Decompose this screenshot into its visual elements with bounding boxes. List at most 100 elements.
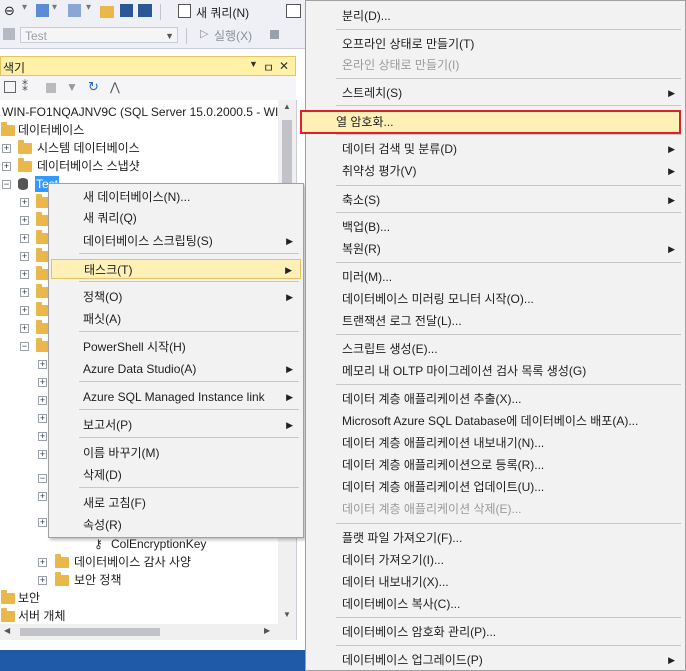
tasks-menu-item-12[interactable]: 트랜잭션 로그 전달(L)... (308, 311, 683, 331)
expand-icon[interactable]: + (20, 252, 29, 261)
context-menu-item-10[interactable]: 이름 바꾸기(M) (51, 443, 301, 463)
collapse-icon[interactable]: − (2, 180, 11, 189)
connect-object-icon[interactable]: ⁑ (22, 80, 28, 94)
tasks-menu-item-0[interactable]: 분리(D)... (308, 6, 683, 26)
tasks-menu-item-10[interactable]: 미러(M)... (308, 267, 683, 287)
save-icon[interactable] (120, 4, 133, 17)
tree-node-system-databases[interactable]: + 시스템 데이터베이스 (0, 139, 200, 157)
tree-node-server[interactable]: WIN-FO1NQAJNV9C (SQL Server 15.0.2000.5 … (2, 103, 287, 121)
pin-icon[interactable]: ㅁ (263, 59, 274, 76)
tasks-menu-item-3[interactable]: 스트레치(S) ▶ (308, 83, 683, 103)
context-menu-item-12[interactable]: 새로 고침(F) (51, 493, 301, 513)
tree-node-database-snapshots[interactable]: + 데이터베이스 스냅샷 (0, 157, 200, 175)
tasks-menu-item-19[interactable]: 데이터 계층 애플리케이션 업데이트(U)... (308, 477, 683, 497)
chevron-left-icon[interactable]: ◀ (4, 626, 10, 635)
execute-button[interactable]: 실행(X) (214, 27, 252, 44)
expand-icon[interactable]: + (20, 234, 29, 243)
context-menu-item-13[interactable]: 속성(R) (51, 515, 301, 535)
tasks-menu-item-25[interactable]: 데이터베이스 암호화 관리(P)... (308, 622, 683, 642)
chevron-down-icon[interactable]: ▼ (249, 59, 258, 69)
new-query-button[interactable]: 새 쿼리(N) (196, 4, 249, 21)
expand-icon[interactable]: + (38, 558, 47, 567)
expand-icon[interactable]: + (20, 306, 29, 315)
expand-icon[interactable]: + (38, 492, 47, 501)
tasks-menu-item-17[interactable]: 데이터 계층 애플리케이션 내보내기(N)... (308, 433, 683, 453)
tasks-menu-item-21[interactable]: 플랫 파일 가져오기(F)... (308, 528, 683, 548)
tasks-menu-item-11[interactable]: 데이터베이스 미러링 모니터 시작(O)... (308, 289, 683, 309)
context-menu-item-9[interactable]: 보고서(P) ▶ (51, 415, 301, 435)
expand-icon[interactable]: + (20, 198, 29, 207)
chevron-right-icon[interactable]: ▶ (264, 626, 270, 635)
chevron-up-icon[interactable]: ▲ (283, 102, 291, 111)
tasks-menu-item-18[interactable]: 데이터 계층 애플리케이션으로 등록(R)... (308, 455, 683, 475)
open-folder-icon[interactable] (100, 6, 114, 18)
tasks-menu-item-26[interactable]: 데이터베이스 업그레이드(P) ▶ (308, 650, 683, 670)
tasks-menu-item-13[interactable]: 스크립트 생성(E)... (308, 339, 683, 359)
save-all-icon[interactable] (138, 4, 152, 17)
filter-icon[interactable]: ▼ (66, 80, 78, 94)
expand-icon[interactable]: + (38, 518, 47, 527)
dropdown-icon[interactable]: ▾ (52, 2, 68, 18)
tasks-menu-item-16[interactable]: Microsoft Azure SQL Database에 데이터베이스 배포(… (308, 411, 683, 431)
tasks-menu-item-22[interactable]: 데이터 가져오기(I)... (308, 550, 683, 570)
refresh-icon[interactable]: ↻ (88, 79, 99, 95)
tasks-menu-item-7[interactable]: 축소(S) ▶ (308, 190, 683, 210)
tasks-menu-item-15[interactable]: 데이터 계층 애플리케이션 추출(X)... (308, 389, 683, 409)
context-menu-item-8[interactable]: Azure SQL Managed Instance link ▶ (51, 387, 301, 407)
submenu-arrow-icon: ▶ (286, 392, 293, 402)
context-menu-item-4[interactable]: 정책(O) ▶ (51, 287, 301, 307)
tree-node-db-audit-spec[interactable]: + 데이터베이스 감사 사양 (0, 553, 240, 571)
new-project-icon[interactable] (36, 4, 49, 17)
tree-node-security[interactable]: 보안 (0, 589, 200, 607)
context-menu-item-11[interactable]: 삭제(D) (51, 465, 301, 485)
mdx-query-icon[interactable] (286, 4, 301, 18)
tree-node-security-policy[interactable]: + 보안 정책 (0, 571, 240, 589)
context-menu-item-6[interactable]: PowerShell 시작(H) (51, 337, 301, 357)
tasks-menu-item-4[interactable]: 열 암호화... (300, 110, 681, 134)
tasks-menu-item-6[interactable]: 취약성 평가(V) ▶ (308, 161, 683, 181)
tasks-menu-item-1[interactable]: 오프라인 상태로 만들기(T) (308, 34, 683, 54)
new-query-icon[interactable] (178, 4, 191, 18)
tree-horizontal-scrollbar[interactable]: ◀ ▶ (0, 624, 296, 640)
disconnect-icon[interactable] (46, 83, 56, 93)
tree-node-server-objects[interactable]: 서버 개체 (0, 607, 200, 625)
expand-icon[interactable]: + (38, 378, 47, 387)
activity-monitor-icon[interactable]: ⋀ (110, 80, 120, 94)
expand-icon[interactable]: + (20, 270, 29, 279)
context-menu-item-3[interactable]: 태스크(T) ▶ (51, 259, 301, 279)
database-combo[interactable]: Test ▼ (20, 27, 178, 43)
context-menu-item-2[interactable]: 데이터베이스 스크립팅(S) ▶ (51, 231, 301, 251)
expand-icon[interactable]: + (38, 414, 47, 423)
add-item-icon[interactable] (68, 4, 81, 17)
connect-icon[interactable] (4, 81, 16, 93)
tasks-menu-item-9[interactable]: 복원(R) ▶ (308, 239, 683, 259)
chevron-down-icon[interactable]: ▼ (283, 610, 291, 619)
expand-icon[interactable]: + (20, 324, 29, 333)
collapse-icon[interactable]: − (20, 342, 29, 351)
close-icon[interactable]: ✕ (279, 59, 289, 73)
expand-icon[interactable]: + (2, 162, 11, 171)
tasks-menu-item-24[interactable]: 데이터베이스 복사(C)... (308, 594, 683, 614)
stop-icon[interactable] (270, 30, 279, 39)
expand-icon[interactable]: + (38, 576, 47, 585)
collapse-icon[interactable]: − (38, 474, 47, 483)
tree-node-databases[interactable]: 데이터베이스 (0, 121, 200, 139)
scrollbar-thumb[interactable] (20, 628, 160, 636)
context-menu-item-5[interactable]: 패싯(A) (51, 309, 301, 329)
context-menu-item-1[interactable]: 새 쿼리(Q) (51, 208, 301, 228)
expand-icon[interactable]: + (38, 396, 47, 405)
tasks-menu-item-5[interactable]: 데이터 검색 및 분류(D) ▶ (308, 139, 683, 159)
tasks-menu-item-2: 온라인 상태로 만들기(I) (308, 55, 683, 75)
tasks-menu-item-14[interactable]: 메모리 내 OLTP 마이그레이션 검사 목록 생성(G) (308, 361, 683, 381)
tasks-menu-item-23[interactable]: 데이터 내보내기(X)... (308, 572, 683, 592)
back-icon[interactable]: ⊖ (4, 3, 20, 19)
expand-icon[interactable]: + (20, 216, 29, 225)
context-menu-item-0[interactable]: 새 데이터베이스(N)... (51, 187, 301, 207)
tasks-menu-item-8[interactable]: 백업(B)... (308, 217, 683, 237)
expand-icon[interactable]: + (38, 360, 47, 369)
context-menu-item-7[interactable]: Azure Data Studio(A) ▶ (51, 359, 301, 379)
expand-icon[interactable]: + (38, 432, 47, 441)
expand-icon[interactable]: + (2, 144, 11, 153)
expand-icon[interactable]: + (20, 288, 29, 297)
expand-icon[interactable]: + (38, 450, 47, 459)
